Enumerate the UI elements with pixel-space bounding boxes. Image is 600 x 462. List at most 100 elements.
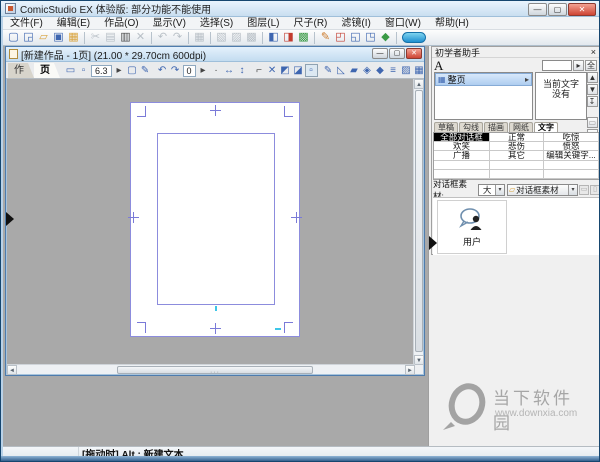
size-select[interactable]: 大 ▾ (478, 184, 505, 196)
vertical-scrollbar[interactable]: ▲ ▼ (413, 79, 423, 365)
materials-palette-icon[interactable]: ▩ (296, 31, 311, 45)
minimize-button[interactable]: — (528, 3, 547, 16)
select-b-icon[interactable]: ◪ (292, 64, 305, 77)
edit-page-icon[interactable]: ✎ (139, 64, 152, 77)
web-badge-icon[interactable] (402, 32, 426, 43)
rotate-menu-icon[interactable]: ▸ (197, 64, 210, 77)
select-a-icon[interactable]: ◩ (279, 64, 292, 77)
move-down-icon[interactable]: ▼ (587, 84, 598, 95)
menu-story[interactable]: 作品(O) (97, 17, 145, 30)
cut-icon[interactable]: ✂ (88, 31, 103, 45)
category-laugh[interactable]: 欢笑 (434, 142, 490, 151)
category-sad[interactable]: 悲伤 (490, 142, 544, 151)
rotate-ccw-icon[interactable]: ↶ (156, 64, 169, 77)
tab-artwork[interactable]: 作品 (8, 63, 34, 78)
scroll-up-icon[interactable]: ▲ (414, 79, 424, 89)
tab-inking[interactable]: 勾线 (459, 122, 483, 132)
pen-tool-icon[interactable]: ✎ (322, 64, 335, 77)
all-button[interactable]: 全 (585, 60, 597, 71)
tab-page[interactable]: 页面 × (34, 63, 60, 78)
menu-help[interactable]: 帮助(H) (428, 17, 476, 30)
fill-tool-icon[interactable]: ◆ (374, 64, 387, 77)
zoom-menu-icon[interactable]: ▸ (113, 64, 126, 77)
shape-tool-icon[interactable]: ▰ (348, 64, 361, 77)
menu-ruler[interactable]: 尺子(R) (287, 17, 335, 30)
zoom-value-field[interactable]: 6.3 (91, 65, 112, 77)
story-item-fullpage[interactable]: ▦ 整页 ▸ (435, 73, 532, 86)
edit-keywords[interactable]: 编辑关键字... (544, 151, 599, 160)
pen-settings-icon[interactable]: ✎ (318, 31, 333, 45)
category-other[interactable]: 其它 (490, 151, 544, 160)
tools-palette-icon[interactable]: ◧ (266, 31, 281, 45)
properties-palette-icon[interactable]: ◰ (333, 31, 348, 45)
copy-icon[interactable]: ▤ (103, 31, 118, 45)
redo-icon[interactable]: ↷ (170, 31, 185, 45)
material-item-user[interactable]: 用户 (437, 200, 507, 254)
menu-file[interactable]: 文件(F) (3, 17, 50, 30)
menu-edit[interactable]: 编辑(E) (50, 17, 97, 30)
scroll-left-icon[interactable]: ◄ (7, 365, 17, 375)
tab-draft[interactable]: 草稿 (434, 122, 458, 132)
rotate-cw-icon[interactable]: ↷ (169, 64, 182, 77)
menu-filter[interactable]: 滤镜(I) (334, 17, 377, 30)
menu-select[interactable]: 选择(S) (193, 17, 240, 30)
flip-horizontal-icon[interactable]: ↔ (223, 64, 236, 77)
maximize-button[interactable]: ▢ (548, 3, 567, 16)
material-refresh-icon[interactable]: ▭ (579, 185, 589, 195)
vscroll-thumb[interactable] (415, 90, 423, 352)
save-all-icon[interactable]: ▦ (66, 31, 81, 45)
pattern-tool-icon[interactable]: ▦ (413, 64, 426, 77)
tab-drawing[interactable]: 描画 (484, 122, 508, 132)
hscroll-thumb[interactable]: ··· (117, 366, 313, 374)
rotate-value-field[interactable]: 0 (183, 65, 196, 77)
new-template-icon[interactable]: ◲ (21, 31, 36, 45)
page-copy-icon[interactable]: ▧ (214, 31, 229, 45)
category-normal[interactable]: 正常 (490, 133, 544, 142)
page-thumbnail-icon[interactable]: ▫ (77, 64, 90, 77)
save-icon[interactable]: ▣ (51, 31, 66, 45)
size-dropdown-icon[interactable]: ▾ (495, 185, 504, 195)
category-surprise[interactable]: 吃惊 (544, 133, 599, 142)
navigator-palette-icon[interactable]: ◱ (348, 31, 363, 45)
scroll-down-icon[interactable]: ▼ (414, 355, 424, 365)
tab-tone[interactable]: 网纸 (509, 122, 533, 132)
new-page-icon[interactable]: ▢ (6, 31, 21, 45)
ruler-tool-icon[interactable]: ◺ (335, 64, 348, 77)
material-list-icon[interactable]: ▯ (590, 185, 600, 195)
open-icon[interactable]: ▱ (36, 31, 51, 45)
paste-icon[interactable]: ▥ (118, 31, 133, 45)
horizontal-scrollbar[interactable]: ◄ ··· ► (7, 364, 415, 374)
marquee-icon[interactable]: ▫ (305, 64, 318, 77)
flip-vertical-icon[interactable]: ↕ (236, 64, 249, 77)
undo-icon[interactable]: ↶ (155, 31, 170, 45)
doc-close-button[interactable]: ✕ (406, 48, 422, 59)
scroll-right-icon[interactable]: ► (405, 365, 415, 375)
preview-monitor-icon[interactable]: ▭ (64, 64, 77, 77)
layers-palette-icon[interactable]: ◨ (281, 31, 296, 45)
menu-window[interactable]: 窗口(W) (378, 17, 428, 30)
gallery-icon[interactable]: ◆ (378, 31, 393, 45)
assistant-close-icon[interactable]: × (591, 48, 596, 57)
delete-icon[interactable]: ✕ (133, 31, 148, 45)
menu-view[interactable]: 显示(V) (146, 17, 193, 30)
menu-layer[interactable]: 图层(L) (240, 17, 286, 30)
move-bottom-icon[interactable]: ↧ (587, 96, 598, 107)
text-search-input[interactable] (542, 60, 572, 71)
parallel-lines-icon[interactable]: ≡ (387, 64, 400, 77)
tone-tool-icon[interactable]: ▨ (400, 64, 413, 77)
story-list[interactable]: ▦ 整页 ▸ (434, 72, 533, 120)
doc-minimize-button[interactable]: — (372, 48, 388, 59)
history-palette-icon[interactable]: ◳ (363, 31, 378, 45)
doc-maximize-button[interactable]: ▢ (389, 48, 405, 59)
corner-mark-icon[interactable]: ⌐ (253, 64, 266, 77)
polygon-tool-icon[interactable]: ◈ (361, 64, 374, 77)
print-icon[interactable]: ▦ (192, 31, 207, 45)
page-canvas[interactable] (7, 79, 415, 365)
move-up-icon[interactable]: ▲ (587, 72, 598, 83)
page-delete-icon[interactable]: ▩ (244, 31, 259, 45)
category-all[interactable]: 全部对话框 (434, 133, 490, 142)
category-broadcast[interactable]: 广播 (434, 151, 490, 160)
clear-rotation-icon[interactable]: ✕ (266, 64, 279, 77)
doc-new-page-icon[interactable]: ▢ (126, 64, 139, 77)
page-paste-icon[interactable]: ▨ (229, 31, 244, 45)
